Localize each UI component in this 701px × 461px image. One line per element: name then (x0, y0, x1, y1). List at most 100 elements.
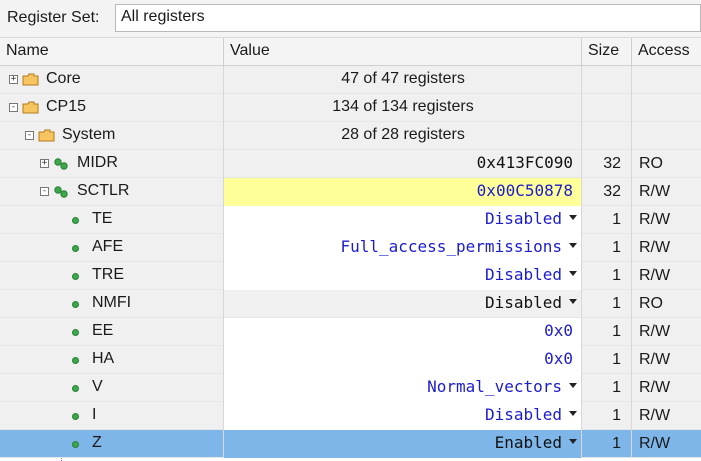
field-value: 0x0 (544, 349, 573, 368)
tree-row-cp15[interactable]: - CP15 134 of 134 registers (0, 94, 701, 122)
row-name: System (62, 126, 116, 143)
row-name: AFE (92, 238, 124, 255)
tree-row-i[interactable]: I Disabled 1 R/W (0, 402, 701, 430)
tree-row-core[interactable]: + Core 47 of 47 registers (0, 66, 701, 94)
field-value: 0x0 (544, 321, 573, 340)
row-size: 1 (612, 435, 621, 452)
field-icon (72, 413, 79, 420)
chevron-down-icon (569, 243, 577, 248)
row-size: 32 (603, 155, 621, 172)
row-name: TE (92, 210, 113, 227)
row-size: 1 (612, 407, 621, 424)
tree-row-nmfi[interactable]: NMFI Disabled 1 RO (0, 290, 701, 318)
register-icon (54, 158, 68, 170)
field-value-dropdown[interactable]: Disabled (485, 405, 577, 424)
tree-row-sctlr[interactable]: - SCTLR 0x00C50878 32 R/W (0, 178, 701, 206)
row-access: R/W (639, 435, 671, 452)
row-access: R/W (639, 351, 671, 368)
row-value: 28 of 28 registers (341, 126, 465, 143)
field-value-dropdown[interactable]: Disabled (485, 209, 577, 228)
row-value: 134 of 134 registers (332, 98, 474, 115)
row-access: RO (639, 295, 663, 312)
row-access: R/W (639, 267, 671, 284)
row-size: 1 (612, 211, 621, 228)
row-size: 1 (612, 323, 621, 340)
row-access: R/W (639, 323, 671, 340)
tree-row-tre[interactable]: TRE Disabled 1 R/W (0, 262, 701, 290)
column-header-access[interactable]: Access (632, 38, 701, 66)
row-size: 1 (612, 295, 621, 312)
row-access: R/W (639, 183, 671, 200)
row-size: 1 (612, 351, 621, 368)
registers-table: Name Value Size Access + Core 47 of 47 r… (0, 38, 701, 461)
field-value: Full_access_permissions (340, 237, 562, 256)
tree-row-z[interactable]: Z Enabled 1 R/W (0, 430, 701, 458)
collapse-icon[interactable]: - (9, 103, 18, 112)
row-access: R/W (639, 239, 671, 256)
row-size: 1 (612, 379, 621, 396)
tree-row-ee[interactable]: EE 0x0 1 R/W (0, 318, 701, 346)
expand-icon[interactable]: + (40, 159, 49, 168)
column-header-name[interactable]: Name (0, 38, 224, 66)
register-value: 0x413FC090 (476, 153, 573, 172)
field-value-dropdown[interactable]: Full_access_permissions (340, 237, 577, 256)
chevron-down-icon (569, 383, 577, 388)
row-name: I (92, 406, 97, 423)
field-value: Disabled (484, 405, 562, 424)
field-icon (72, 329, 79, 336)
chevron-down-icon (569, 299, 577, 304)
field-icon (72, 301, 79, 308)
field-value-dropdown[interactable]: Normal_vectors (427, 377, 577, 396)
chevron-down-icon (569, 271, 577, 276)
row-name: SCTLR (77, 182, 130, 199)
tree-row-system[interactable]: - System 28 of 28 registers (0, 122, 701, 150)
row-name: TRE (92, 266, 124, 283)
field-value: Disabled (484, 265, 562, 284)
row-name: Core (46, 70, 81, 87)
tree-row-midr[interactable]: + MIDR 0x413FC090 32 RO (0, 150, 701, 178)
register-set-bar: Register Set: All registers (0, 0, 701, 38)
chevron-down-icon (569, 439, 577, 444)
field-value-dropdown[interactable]: Disabled (485, 265, 577, 284)
row-access: R/W (639, 211, 671, 228)
expand-icon[interactable]: + (9, 75, 18, 84)
row-size: 32 (603, 183, 621, 200)
field-icon (72, 441, 79, 448)
row-access: R/W (639, 379, 671, 396)
tree-row-v[interactable]: V Normal_vectors 1 R/W (0, 374, 701, 402)
register-set-label: Register Set: (7, 9, 100, 26)
collapse-icon[interactable]: - (40, 187, 49, 196)
register-set-field[interactable]: All registers (115, 4, 701, 32)
folder-open-icon (22, 101, 39, 114)
collapse-icon[interactable]: - (25, 131, 34, 140)
row-name: NMFI (92, 294, 132, 311)
row-name: MIDR (77, 154, 118, 171)
field-value: Enabled (494, 433, 562, 452)
field-value: Disabled (484, 293, 562, 312)
field-value-dropdown[interactable]: Enabled (495, 433, 577, 452)
register-value: 0x00C50878 (476, 181, 573, 200)
tree-row-ha[interactable]: HA 0x0 1 R/W (0, 346, 701, 374)
row-access: R/W (639, 407, 671, 424)
field-value: Disabled (484, 209, 562, 228)
row-value: 47 of 47 registers (341, 70, 465, 87)
column-header-size[interactable]: Size (582, 38, 632, 66)
column-header-value[interactable]: Value (224, 38, 582, 66)
row-name: CP15 (46, 98, 87, 115)
field-icon (72, 273, 79, 280)
field-icon (72, 385, 79, 392)
tree-row-afe[interactable]: AFE Full_access_permissions 1 R/W (0, 234, 701, 262)
register-icon (54, 186, 68, 198)
field-icon (72, 245, 79, 252)
field-icon (72, 217, 79, 224)
row-size: 1 (612, 267, 621, 284)
row-size: 1 (612, 239, 621, 256)
field-icon (72, 357, 79, 364)
row-name: HA (92, 350, 115, 367)
field-value-dropdown: Disabled (485, 293, 577, 312)
row-name: Z (92, 434, 102, 451)
chevron-down-icon (569, 411, 577, 416)
folder-icon (22, 73, 39, 86)
tree-row-te[interactable]: TE Disabled 1 R/W (0, 206, 701, 234)
row-name: V (92, 378, 103, 395)
